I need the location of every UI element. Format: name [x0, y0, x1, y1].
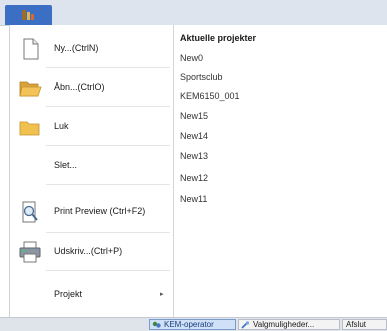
printer-icon	[19, 241, 41, 263]
menu-item-label: Ny...(CtrlN)	[54, 43, 99, 53]
application-menu: Ny...(CtrlN) Åbn...(CtrlO) Luk Slet... P…	[9, 25, 387, 317]
application-menu-button[interactable]	[5, 5, 52, 25]
recent-project-item[interactable]: KEM6150_001	[180, 91, 240, 101]
menu-item-delete[interactable]: Slet...	[10, 148, 172, 184]
menu-divider	[46, 184, 170, 185]
recent-project-item[interactable]: New12	[180, 173, 208, 183]
options-button[interactable]: Valgmuligheder...	[238, 319, 340, 330]
menu-item-print[interactable]: Udskriv...(Ctrl+P)	[10, 234, 172, 270]
recent-projects-panel: Aktuelle projekter New0 Sportsclub KEM61…	[173, 25, 387, 317]
recent-project-item[interactable]: Sportsclub	[180, 72, 223, 82]
options-label: Valgmuligheder...	[253, 320, 315, 329]
operator-button[interactable]: KEM-operator	[149, 319, 236, 330]
menu-item-print-preview[interactable]: Print Preview (Ctrl+F2)	[10, 194, 172, 230]
recent-project-item[interactable]: New13	[180, 151, 208, 161]
exit-label: Afslut	[346, 320, 367, 329]
recent-project-item[interactable]: New0	[180, 53, 203, 63]
print-preview-icon	[22, 201, 38, 223]
operator-icon	[152, 321, 161, 328]
recent-projects-title: Aktuelle projekter	[180, 33, 257, 43]
title-bar	[0, 0, 387, 26]
menu-item-label: Udskriv...(Ctrl+P)	[54, 246, 123, 256]
kem-app-logo-icon	[22, 10, 34, 20]
menu-item-label: Projekt	[54, 289, 83, 299]
menu-item-close[interactable]: Luk	[10, 109, 172, 145]
close-folder-icon	[19, 118, 40, 136]
status-bar: KEM-operator Valgmuligheder... Afslut	[0, 317, 387, 331]
menu-item-open[interactable]: Åbn...(CtrlO)	[10, 70, 172, 106]
menu-item-label: Åbn...(CtrlO)	[54, 82, 105, 92]
menu-commands: Ny...(CtrlN) Åbn...(CtrlO) Luk Slet... P…	[10, 25, 172, 317]
menu-item-label: Luk	[54, 121, 69, 131]
submenu-arrow-icon: ▸	[160, 291, 164, 298]
menu-divider	[46, 232, 170, 233]
menu-divider	[46, 67, 170, 68]
new-document-icon	[23, 38, 39, 60]
operator-label: KEM-operator	[164, 320, 214, 329]
menu-item-label: Print Preview (Ctrl+F2)	[54, 206, 146, 216]
exit-button[interactable]: Afslut	[342, 319, 387, 330]
menu-item-project[interactable]: Projekt ▸	[10, 277, 172, 313]
menu-divider	[46, 270, 170, 271]
menu-item-new[interactable]: Ny...(CtrlN)	[10, 31, 172, 67]
menu-divider	[46, 106, 170, 107]
menu-item-label: Slet...	[54, 160, 78, 170]
recent-project-item[interactable]: New14	[180, 131, 208, 141]
menu-divider	[46, 145, 170, 146]
options-icon	[241, 321, 250, 329]
open-folder-icon	[19, 81, 42, 97]
recent-project-item[interactable]: New11	[180, 194, 207, 204]
recent-project-item[interactable]: New15	[180, 111, 208, 121]
